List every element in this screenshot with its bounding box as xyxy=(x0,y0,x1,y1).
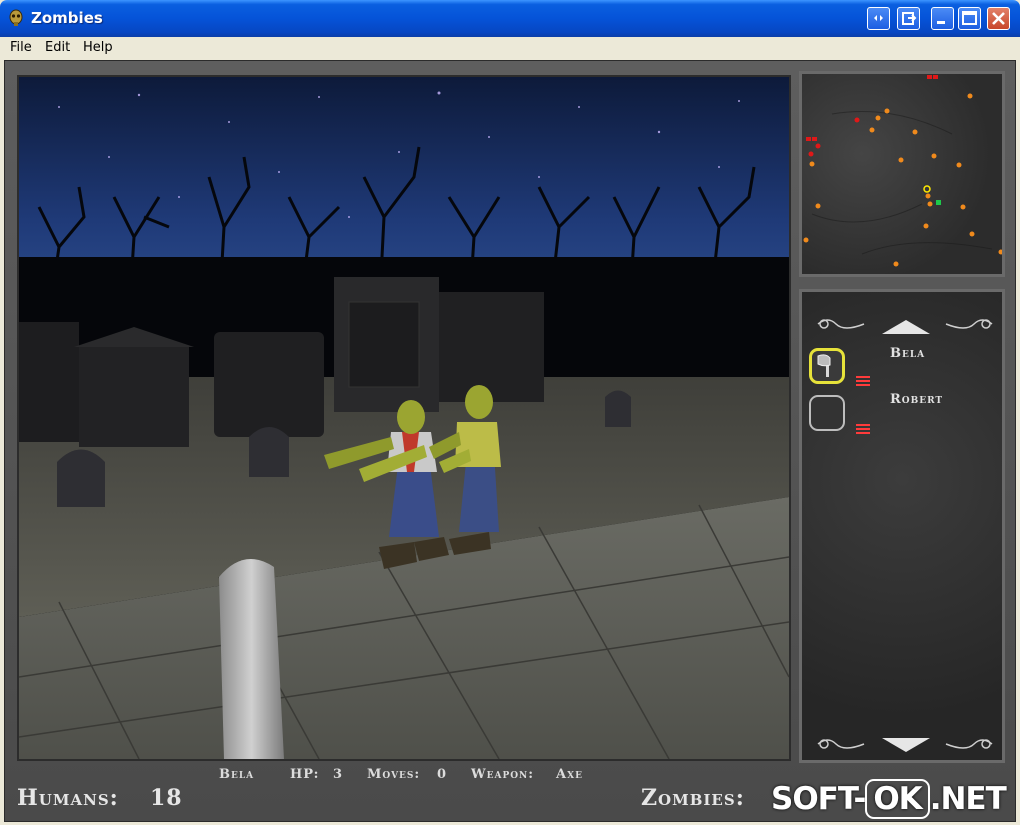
watermark-part2: OK xyxy=(865,779,930,819)
close-icon xyxy=(992,12,1005,25)
humans-label: Humans: xyxy=(17,785,119,811)
skull-app-icon xyxy=(9,9,23,26)
zombie-markers xyxy=(803,93,1002,267)
humans-count: 18 xyxy=(150,785,183,811)
status-character-name: Bela xyxy=(219,767,255,782)
export-button[interactable] xyxy=(897,7,920,30)
collapse-icon xyxy=(874,15,883,21)
flourish-left-bottom xyxy=(817,739,865,749)
character-name-bela[interactable]: Bela xyxy=(890,346,925,361)
character-name-robert[interactable]: Robert xyxy=(890,392,943,407)
watermark: SOFT- OK .NET xyxy=(771,779,1007,821)
status-moves-value: 0 xyxy=(437,767,448,782)
flourish-right-bottom xyxy=(945,739,993,749)
maximize-icon xyxy=(962,11,977,25)
status-moves-label: Moves: xyxy=(367,767,421,782)
near-tombstone xyxy=(219,559,284,759)
game-viewport[interactable] xyxy=(17,75,791,761)
zombies-label: Zombies: xyxy=(641,785,745,811)
status-weapon-value: Axe xyxy=(556,767,583,782)
title-bar[interactable]: Zombies xyxy=(0,0,1020,37)
menu-edit[interactable]: Edit xyxy=(45,40,70,55)
minimap[interactable] xyxy=(799,71,1005,277)
minimize-icon xyxy=(937,21,945,24)
minimap-markers xyxy=(803,75,1002,267)
menu-help[interactable]: Help xyxy=(83,40,113,55)
flourish-right-top xyxy=(945,319,993,329)
health-bars-bela xyxy=(856,376,870,388)
graveyard-scene xyxy=(19,77,789,759)
window-title: Zombies xyxy=(31,9,103,27)
status-hp-value: 3 xyxy=(333,767,344,782)
scroll-down-arrow-icon[interactable] xyxy=(882,738,930,752)
flourish-left-top xyxy=(817,319,865,329)
game-area: Bela Robert Bela HP: 3 Moves: 0 Weapon: … xyxy=(4,60,1016,822)
human-markers xyxy=(806,75,938,157)
menu-file[interactable]: File xyxy=(10,40,32,55)
maximize-button[interactable] xyxy=(958,7,981,30)
character-slot-robert[interactable] xyxy=(809,395,845,431)
health-bars-robert xyxy=(856,424,870,436)
selected-unit-marker xyxy=(923,185,931,193)
character-slot-bela[interactable] xyxy=(809,348,845,384)
character-panel: Bela Robert xyxy=(799,289,1005,763)
close-button[interactable] xyxy=(987,7,1010,30)
status-weapon-label: Weapon: xyxy=(471,767,535,782)
menu-bar: File Edit Help xyxy=(0,37,1020,59)
player-marker xyxy=(936,200,941,205)
axe-icon xyxy=(817,354,831,377)
collapse-button[interactable] xyxy=(867,7,890,30)
watermark-part1: SOFT- xyxy=(771,781,866,817)
watermark-part3: .NET xyxy=(929,781,1007,817)
export-icon xyxy=(902,12,917,25)
status-hp-label: HP: xyxy=(290,767,320,782)
minimize-button[interactable] xyxy=(931,7,954,30)
scroll-up-arrow-icon[interactable] xyxy=(882,320,930,334)
